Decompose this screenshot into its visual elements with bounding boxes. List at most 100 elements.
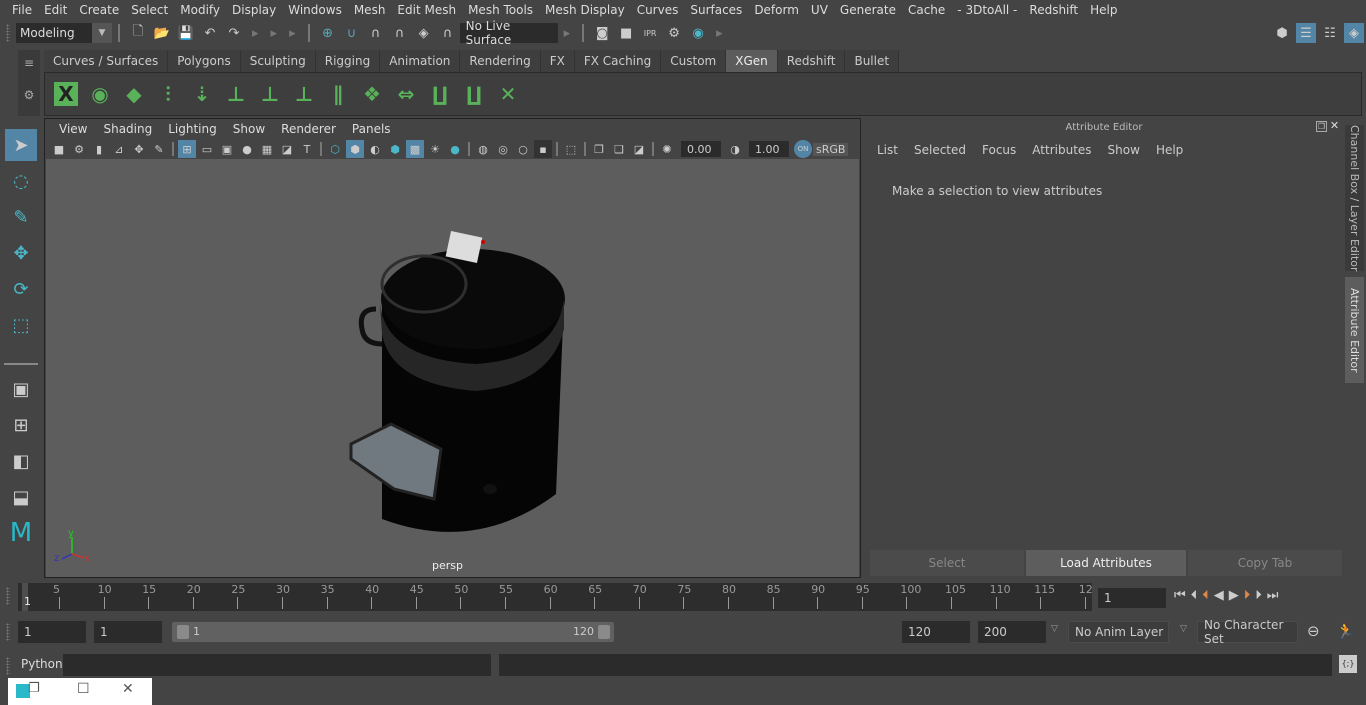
shelf-settings-icon[interactable]: ⚙ (18, 88, 40, 102)
snap-grid-icon[interactable]: ⊕ (318, 23, 338, 43)
exposure-field[interactable]: 0.00 (681, 141, 721, 157)
menu-deform[interactable]: Deform (748, 3, 805, 17)
play-backward-icon[interactable]: ◀ (1214, 588, 1224, 603)
smooth-shade-icon[interactable]: ⬢ (346, 140, 364, 158)
viewport-menu-show[interactable]: Show (225, 122, 273, 136)
lock-guide-icon[interactable]: ⊥ (287, 77, 321, 111)
shelf-tab-curves-surfaces[interactable]: Curves / Surfaces (44, 50, 169, 72)
save-scene-icon[interactable]: 💾 (176, 23, 196, 43)
time-slider[interactable]: 1 5 10 15 20 25 30 35 40 45 50 55 60 65 70 75 80 85 90 95 1… (18, 583, 1093, 611)
ae-menu-help[interactable]: Help (1148, 143, 1191, 157)
select-button[interactable]: Select (870, 550, 1024, 576)
hypershade-icon[interactable]: ◉ (688, 23, 708, 43)
shelf-tab-rendering[interactable]: Rendering (460, 50, 541, 72)
current-frame-field[interactable]: 1 (1098, 588, 1166, 608)
menu-edit[interactable]: Edit (38, 3, 73, 17)
anim-layer-dropdown[interactable]: No Anim Layer (1068, 621, 1169, 643)
place-guides-icon[interactable]: ⇣ (185, 77, 219, 111)
character-set-dropdown[interactable]: No Character Set (1197, 618, 1298, 646)
command-language-label[interactable]: Python (21, 657, 63, 671)
new-scene-icon[interactable]: 🗋 (128, 23, 148, 43)
shelf-tab-animation[interactable]: Animation (380, 50, 461, 72)
sculpt-guide-icon[interactable]: ⊥ (253, 77, 287, 111)
camera-attributes-icon[interactable]: ⚙ (70, 140, 88, 158)
playback-end-field[interactable]: 120 (902, 621, 970, 643)
wireframe-icon[interactable]: ⬡ (326, 140, 344, 158)
delete-guides-icon[interactable]: ✕ (491, 77, 525, 111)
menu-display[interactable]: Display (226, 3, 282, 17)
chevron-down-icon[interactable]: ▽ (1180, 624, 1187, 634)
menu-surfaces[interactable]: Surfaces (684, 3, 748, 17)
step-back-frame-icon[interactable]: ⏴ (1191, 588, 1198, 603)
drag-handle[interactable] (0, 620, 18, 644)
redo-icon[interactable]: ↷ (224, 23, 244, 43)
add-guides-icon[interactable]: ⫶ (151, 77, 185, 111)
textured-icon[interactable]: ▩ (406, 140, 424, 158)
select-guides-icon[interactable]: ∐ (423, 77, 457, 111)
menu-edit-mesh[interactable]: Edit Mesh (391, 3, 462, 17)
xray-icon[interactable]: ❐ (590, 140, 608, 158)
tool-settings-icon[interactable]: ☷ (1320, 23, 1340, 43)
two-pane-layout-icon[interactable]: ⬓ (5, 481, 37, 513)
collapse-arrow-icon[interactable]: ▸ (271, 26, 278, 41)
render-frame-icon[interactable]: ■ (616, 23, 636, 43)
color-management-toggle-icon[interactable]: ON (794, 140, 812, 158)
viewport-menu-lighting[interactable]: Lighting (160, 122, 225, 136)
shelf-tab-redshift[interactable]: Redshift (777, 50, 846, 72)
ambient-occlusion-icon[interactable]: ◍ (474, 140, 492, 158)
image-plane-icon[interactable]: ⊿ (110, 140, 128, 158)
viewport-menu-renderer[interactable]: Renderer (273, 122, 344, 136)
xgen-editor-icon[interactable]: X (49, 77, 83, 111)
live-surface-field[interactable]: No Live Surface (459, 19, 558, 47)
shelf-tab-xgen[interactable]: XGen (726, 50, 778, 72)
move-tool-icon[interactable]: ✥ (5, 237, 37, 269)
attribute-editor-toggle-icon[interactable]: ☰ (1296, 23, 1316, 43)
channel-box-toggle-icon[interactable]: ◈ (1344, 23, 1364, 43)
viewport-menu-shading[interactable]: Shading (95, 122, 160, 136)
open-scene-icon[interactable]: 📂 (152, 23, 172, 43)
field-chart-icon[interactable]: ▦ (258, 140, 276, 158)
go-to-start-icon[interactable]: ⏮ (1174, 588, 1186, 603)
shelf-tab-bullet[interactable]: Bullet (845, 50, 900, 72)
drag-handle[interactable] (0, 654, 18, 678)
menu-generate[interactable]: Generate (834, 3, 902, 17)
maximize-icon[interactable]: ☐ (77, 681, 90, 697)
restore-icon[interactable]: ❐ (28, 681, 40, 696)
menu-select[interactable]: Select (125, 3, 174, 17)
safe-title-icon[interactable]: T (298, 140, 316, 158)
auto-key-icon[interactable]: ⊖ (1307, 622, 1320, 640)
scale-tool-icon[interactable]: ⬚ (5, 309, 37, 341)
menu-redshift[interactable]: Redshift (1023, 3, 1084, 17)
menu-set-dropdown[interactable]: Modeling ▼ (16, 23, 112, 43)
menu-windows[interactable]: Windows (282, 3, 348, 17)
film-gate-icon[interactable]: ▭ (198, 140, 216, 158)
grid-icon[interactable]: ⊞ (178, 140, 196, 158)
menu-mesh-tools[interactable]: Mesh Tools (462, 3, 539, 17)
safe-action-icon[interactable]: ◪ (278, 140, 296, 158)
shelf-tab-rigging[interactable]: Rigging (315, 50, 381, 72)
exposure-icon[interactable]: ✺ (658, 140, 676, 158)
viewport-menu-panels[interactable]: Panels (344, 122, 399, 136)
xray-active-icon[interactable]: ❑ (610, 140, 628, 158)
toggle-visibility-icon[interactable]: ◉ (83, 77, 117, 111)
grease-pencil-icon[interactable]: ✎ (150, 140, 168, 158)
menu-mesh[interactable]: Mesh (348, 3, 392, 17)
use-all-lights-icon[interactable]: ☀ (426, 140, 444, 158)
play-forward-icon[interactable]: ▶ (1229, 588, 1239, 603)
shadows-icon[interactable]: ● (446, 140, 464, 158)
outliner-layout-icon[interactable]: ◧ (5, 445, 37, 477)
four-pane-layout-icon[interactable]: ⊞ (5, 409, 37, 441)
step-forward-frame-icon[interactable]: ⏵ (1255, 588, 1262, 603)
wireframe-on-shaded-icon[interactable]: ⬢ (386, 140, 404, 158)
load-attributes-button[interactable]: Load Attributes (1026, 550, 1186, 576)
playback-start-field[interactable]: 1 (94, 621, 162, 643)
undo-icon[interactable]: ↶ (200, 23, 220, 43)
flip-guides-icon[interactable]: ⇔ (389, 77, 423, 111)
bookmark-icon[interactable]: ▮ (90, 140, 108, 158)
menu-help[interactable]: Help (1084, 3, 1123, 17)
go-to-end-icon[interactable]: ⏭ (1267, 588, 1279, 603)
shelf-tab-sculpting[interactable]: Sculpting (240, 50, 316, 72)
range-start-handle[interactable] (177, 625, 189, 639)
shelf-tab-custom[interactable]: Custom (661, 50, 727, 72)
menu-file[interactable]: File (6, 3, 38, 17)
